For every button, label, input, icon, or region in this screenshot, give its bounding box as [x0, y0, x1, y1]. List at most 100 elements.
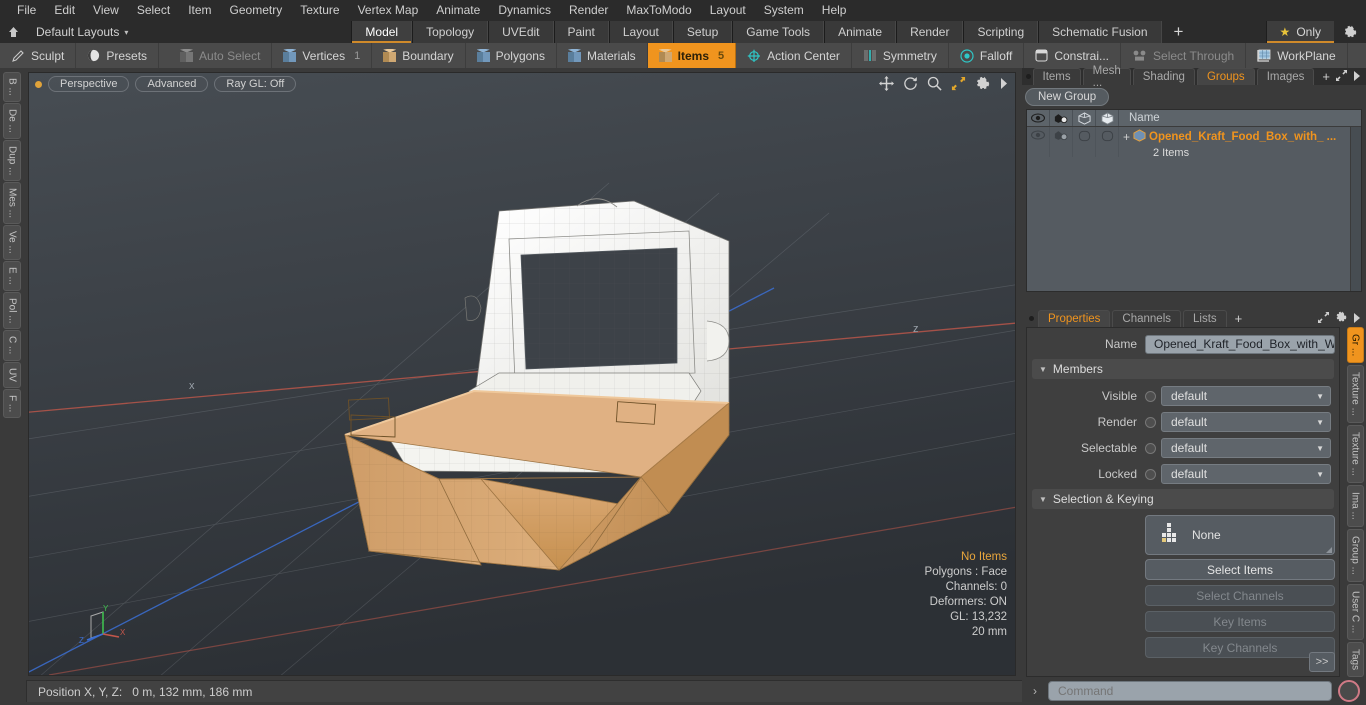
selection-keying-section-header[interactable]: ▼ Selection & Keying — [1032, 489, 1334, 509]
right-rail-tab-2[interactable]: Texture ... — [1346, 425, 1364, 484]
left-rail-tab-3[interactable]: Mes ... — [3, 182, 21, 225]
left-rail-tab-9[interactable]: F ... — [3, 388, 21, 418]
properties-tab-properties[interactable]: Properties — [1038, 310, 1111, 327]
presets-button[interactable]: Presets — [76, 43, 160, 68]
add-panel-tab-button[interactable]: + — [1316, 68, 1336, 85]
expand-icon[interactable] — [1336, 69, 1347, 84]
right-rail-tab-4[interactable]: Group ... — [1346, 528, 1364, 582]
menu-item-view[interactable]: View — [84, 0, 128, 21]
row-render-toggle[interactable] — [1050, 127, 1073, 157]
row-eye-toggle[interactable] — [1027, 127, 1050, 157]
right-rail-tab-0[interactable]: Gr ... — [1346, 327, 1364, 364]
boundary-button[interactable]: Boundary — [372, 43, 466, 68]
layout-tab-model[interactable]: Model — [351, 21, 413, 43]
add-layout-tab-button[interactable]: + — [1162, 21, 1196, 43]
left-rail-tab-8[interactable]: UV — [3, 361, 21, 388]
left-rail-tab-7[interactable]: C ... — [3, 330, 21, 361]
command-input[interactable] — [1048, 681, 1332, 701]
layout-tab-scripting[interactable]: Scripting — [963, 21, 1039, 43]
only-toggle-button[interactable]: ★ Only — [1265, 21, 1335, 43]
polygons-button[interactable]: Polygons — [466, 43, 557, 68]
viewport-raygl-button[interactable]: Ray GL: Off — [214, 76, 297, 92]
menu-item-vertex-map[interactable]: Vertex Map — [349, 0, 428, 21]
menu-item-geometry[interactable]: Geometry — [221, 0, 292, 21]
menu-item-maxtomodo[interactable]: MaxToModo — [617, 0, 700, 21]
menu-item-file[interactable]: File — [8, 0, 45, 21]
properties-tab-channels[interactable]: Channels — [1112, 310, 1182, 327]
render-icon[interactable] — [1050, 110, 1073, 126]
row-lock-toggle[interactable] — [1096, 127, 1119, 157]
viewport-quality-button[interactable]: Advanced — [135, 76, 209, 92]
expand-icon[interactable] — [1318, 311, 1329, 326]
panel-tab-shading[interactable]: Shading — [1132, 68, 1195, 85]
group-list-scrollbar[interactable] — [1350, 127, 1361, 291]
panel-tab-items[interactable]: Items — [1032, 68, 1081, 85]
properties-tab-lists[interactable]: Lists — [1183, 310, 1227, 327]
materials-button[interactable]: Materials — [557, 43, 648, 68]
row-selectable-toggle[interactable] — [1073, 127, 1096, 157]
sculpt-button[interactable]: Sculpt — [0, 43, 77, 68]
home-icon[interactable] — [0, 21, 26, 43]
panel-tab-mesh-[interactable]: Mesh ... — [1082, 65, 1131, 89]
right-rail-tab-1[interactable]: Texture ... — [1346, 365, 1364, 424]
move-icon[interactable] — [879, 76, 894, 94]
gear-icon[interactable] — [975, 76, 990, 94]
layout-tab-topology[interactable]: Topology — [412, 21, 489, 43]
member-radio-selectable[interactable] — [1145, 442, 1156, 454]
goto-button[interactable]: >> — [1309, 652, 1335, 672]
menu-item-texture[interactable]: Texture — [291, 0, 348, 21]
member-dropdown-selectable[interactable]: default ▼ — [1161, 438, 1331, 458]
menu-item-system[interactable]: System — [755, 0, 813, 21]
layout-tab-render[interactable]: Render — [896, 21, 964, 43]
member-dropdown-locked[interactable]: default ▼ — [1161, 464, 1331, 484]
auto-select-button[interactable]: Auto Select — [169, 43, 273, 68]
layout-tab-animate[interactable]: Animate — [824, 21, 897, 43]
left-rail-tab-4[interactable]: Ve ... — [3, 225, 21, 260]
member-dropdown-render[interactable]: default ▼ — [1161, 412, 1331, 432]
left-rail-tab-5[interactable]: E ... — [3, 260, 21, 291]
falloff-button[interactable]: Falloff — [949, 43, 1025, 68]
panel-menu-dot[interactable] — [1024, 68, 1033, 85]
menu-item-render[interactable]: Render — [560, 0, 617, 21]
layout-tab-schematic-fusion[interactable]: Schematic Fusion — [1038, 21, 1162, 43]
members-section-header[interactable]: ▼ Members — [1032, 359, 1334, 379]
layout-tab-game-tools[interactable]: Game Tools — [732, 21, 825, 43]
menu-item-edit[interactable]: Edit — [45, 0, 84, 21]
row-expander[interactable]: + — [1123, 130, 1130, 144]
left-rail-tab-2[interactable]: Dup ... — [3, 139, 21, 182]
right-rail-tab-6[interactable]: Tags — [1346, 641, 1364, 678]
zoom-icon[interactable] — [927, 76, 942, 94]
member-dropdown-visible[interactable]: default ▼ — [1161, 386, 1331, 406]
vertices-button[interactable]: Vertices 1 — [272, 43, 373, 68]
default-layouts-dropdown[interactable]: Default Layouts ▾ — [26, 21, 138, 43]
record-icon[interactable] — [1338, 680, 1360, 702]
symmetry-button[interactable]: Symmetry — [852, 43, 949, 68]
layout-tab-layout[interactable]: Layout — [608, 21, 673, 43]
select-through-button[interactable]: Select Through — [1121, 43, 1247, 68]
left-rail-tab-1[interactable]: De ... — [3, 102, 21, 139]
select-items-button[interactable]: Select Items — [1145, 559, 1335, 580]
action-center-button[interactable]: Action Center — [736, 43, 852, 68]
viewport-mode-button[interactable]: Perspective — [48, 76, 130, 92]
left-rail-tab-6[interactable]: Pol ... — [3, 291, 21, 330]
properties-menu-dot[interactable] — [1024, 310, 1038, 327]
items-button[interactable]: Items 5 — [647, 43, 737, 68]
eye-icon[interactable] — [1027, 110, 1050, 126]
menu-item-help[interactable]: Help — [813, 0, 856, 21]
menu-item-select[interactable]: Select — [128, 0, 179, 21]
left-rail-tab-0[interactable]: B ... — [3, 72, 21, 102]
member-radio-visible[interactable] — [1145, 390, 1156, 402]
fit-icon[interactable] — [951, 76, 966, 94]
layout-tab-setup[interactable]: Setup — [672, 21, 733, 43]
selection-preset-picker[interactable]: None — [1145, 515, 1335, 555]
gear-icon[interactable] — [1334, 21, 1366, 43]
workplane-button[interactable]: WorkPlane — [1246, 43, 1348, 68]
menu-item-item[interactable]: Item — [179, 0, 220, 21]
menu-item-animate[interactable]: Animate — [427, 0, 489, 21]
rotate-icon[interactable] — [903, 76, 918, 94]
menu-item-layout[interactable]: Layout — [701, 0, 755, 21]
name-field[interactable]: Opened_Kraft_Food_Box_with_Windo — [1145, 334, 1335, 354]
group-list[interactable]: Name + Opened_Kraft_Food_Box_with_ ... 2… — [1026, 109, 1362, 292]
menu-item-dynamics[interactable]: Dynamics — [489, 0, 560, 21]
shape-filled-icon[interactable] — [1096, 110, 1119, 126]
